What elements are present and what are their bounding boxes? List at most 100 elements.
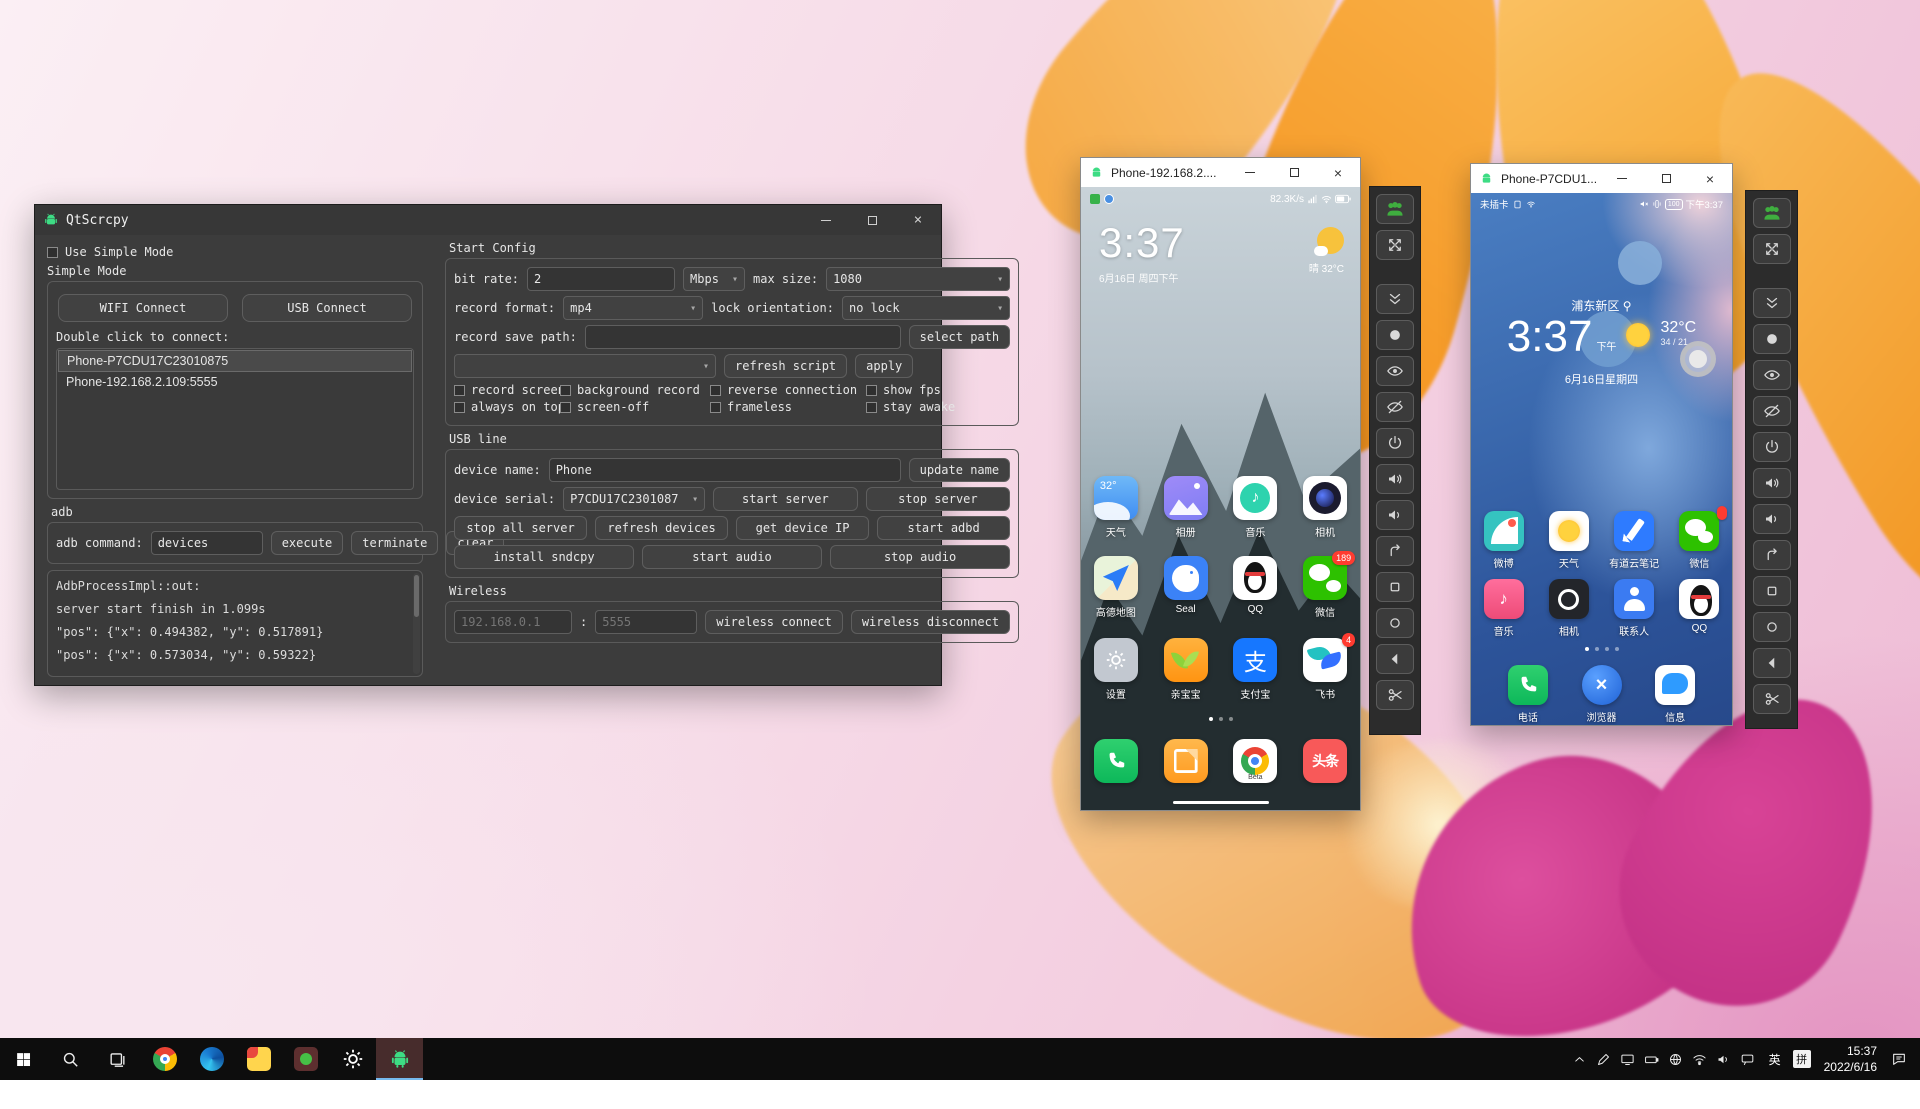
close-button[interactable]: × [895, 205, 941, 235]
maximize-button[interactable] [849, 205, 895, 235]
volume-tray-icon[interactable] [1712, 1038, 1736, 1080]
script-select[interactable]: ▾ [454, 354, 716, 378]
use-simple-mode-checkbox[interactable]: Use Simple Mode [47, 245, 423, 259]
power-button[interactable] [1753, 432, 1791, 462]
weather-widget[interactable]: 晴 32°C [1309, 227, 1344, 275]
app-weather-sun[interactable]: 天气 [1536, 511, 1601, 570]
volume-down-button[interactable] [1753, 504, 1791, 534]
wifi-connect-button[interactable]: WIFI Connect [58, 294, 228, 322]
volume-down-button[interactable] [1376, 500, 1414, 530]
action-center-button[interactable] [1887, 1038, 1911, 1080]
minimize-button[interactable] [1228, 158, 1272, 187]
app-phone-green[interactable] [1081, 739, 1151, 783]
apply-button[interactable]: apply [855, 354, 913, 378]
maximize-button[interactable] [1644, 164, 1688, 193]
ime-icon[interactable]: 拼 [1790, 1038, 1814, 1080]
volume-up-button[interactable] [1376, 464, 1414, 494]
search-taskbar-icon[interactable] [47, 1038, 94, 1080]
stop-all-server-button[interactable]: stop all server [454, 516, 587, 540]
wireless-ip-input[interactable] [454, 610, 572, 634]
assistive-ball[interactable] [1680, 341, 1716, 377]
app-gallery-orange[interactable] [1151, 739, 1221, 783]
show-screen-button[interactable] [1376, 356, 1414, 386]
phone2-titlebar[interactable]: Phone-P7CDU1... × [1471, 164, 1732, 193]
app-qinbaobao[interactable]: 亲宝宝 [1151, 638, 1221, 701]
terminate-button[interactable]: terminate [351, 531, 438, 555]
home-button[interactable] [1753, 612, 1791, 642]
minimize-button[interactable] [803, 205, 849, 235]
pen-tray-icon[interactable] [1592, 1038, 1616, 1080]
collapse-button[interactable] [1753, 288, 1791, 318]
record-save-path-input[interactable] [585, 325, 901, 349]
edge-taskbar-icon[interactable] [188, 1038, 235, 1080]
screenshot-button[interactable] [1376, 320, 1414, 350]
execute-button[interactable]: execute [271, 531, 344, 555]
language-indicator[interactable]: 英 [1762, 1038, 1788, 1080]
back-button[interactable] [1376, 644, 1414, 674]
app-music-mi[interactable]: ♪音乐 [1221, 476, 1291, 539]
rotate-button[interactable] [1376, 536, 1414, 566]
wireless-port-input[interactable] [595, 610, 697, 634]
checkbox-always-on-top[interactable]: always on top [454, 400, 556, 414]
install-sndcpy-button[interactable]: install sndcpy [454, 545, 634, 569]
chat-tray-icon[interactable] [1736, 1038, 1760, 1080]
checkbox-reverse-connection[interactable]: reverse connection [710, 383, 862, 397]
app-weather-mi[interactable]: 32°天气 [1081, 476, 1151, 539]
phone1-titlebar[interactable]: Phone-192.168.2.... × [1081, 158, 1360, 187]
close-screen-button[interactable] [1753, 396, 1791, 426]
power-button[interactable] [1376, 428, 1414, 458]
adb-command-input[interactable] [151, 531, 263, 555]
app-logo-button[interactable] [1753, 198, 1791, 228]
screenshot-button[interactable] [1753, 324, 1791, 354]
start-audio-button[interactable]: start audio [642, 545, 822, 569]
device-list-item[interactable]: Phone-192.168.2.109:5555 [58, 372, 412, 392]
scrcpy-tool-taskbar-icon[interactable] [282, 1038, 329, 1080]
app-music-pink[interactable]: ♪音乐 [1471, 579, 1536, 638]
app-qq[interactable]: QQ [1667, 579, 1732, 638]
back-button[interactable] [1753, 648, 1791, 678]
checkbox-background-record[interactable]: background record [560, 383, 706, 397]
checkbox-record-screen[interactable]: record screen [454, 383, 556, 397]
app-wechat[interactable]: 189微信 [1290, 556, 1360, 619]
log-scrollbar[interactable] [413, 573, 420, 674]
stop-audio-button[interactable]: stop audio [830, 545, 1010, 569]
app-amap[interactable]: 高德地图 [1081, 556, 1151, 619]
globe-tray-icon[interactable] [1664, 1038, 1688, 1080]
close-screen-button[interactable] [1376, 392, 1414, 422]
checkbox-screen-off[interactable]: screen-off [560, 400, 706, 414]
refresh-script-button[interactable]: refresh script [724, 354, 847, 378]
close-button[interactable]: × [1688, 164, 1732, 193]
app-toutiao[interactable]: 头条 [1290, 739, 1360, 783]
app-youdao[interactable]: 有道云笔记 [1602, 511, 1667, 570]
start-server-button[interactable]: start server [713, 487, 857, 511]
settings-taskbar-icon[interactable] [329, 1038, 376, 1080]
app-gallery-mi[interactable]: 相册 [1151, 476, 1221, 539]
checkbox-frameless[interactable]: frameless [710, 400, 862, 414]
chevron-up-tray-icon[interactable] [1568, 1038, 1592, 1080]
refresh-devices-button[interactable]: refresh devices [595, 516, 728, 540]
collapse-button[interactable] [1376, 284, 1414, 314]
start-button[interactable] [0, 1038, 47, 1080]
bit-rate-unit-select[interactable]: Mbps▾ [683, 267, 745, 291]
app-alipay[interactable]: 支支付宝 [1221, 638, 1291, 701]
app-camera-mi[interactable]: 相机 [1290, 476, 1360, 539]
qtscrcpy-taskbar-icon[interactable] [376, 1038, 423, 1080]
checkbox-stay-awake[interactable]: stay awake [866, 400, 1010, 414]
app-settings-mi[interactable]: 设置 [1081, 638, 1151, 701]
start-adbd-button[interactable]: start adbd [877, 516, 1010, 540]
fullscreen-button[interactable] [1376, 230, 1414, 260]
volume-up-button[interactable] [1753, 468, 1791, 498]
chrome-taskbar-icon[interactable] [141, 1038, 188, 1080]
fullscreen-button[interactable] [1753, 234, 1791, 264]
device-name-input[interactable] [549, 458, 901, 482]
checkbox-show-fps[interactable]: show fps [866, 383, 1010, 397]
stop-server-button[interactable]: stop server [866, 487, 1010, 511]
app-chrome-beta[interactable]: Beta [1221, 739, 1291, 783]
bit-rate-input[interactable] [527, 267, 675, 291]
taskbar-clock[interactable]: 15:37 2022/6/16 [1816, 1043, 1885, 1075]
display-tray-icon[interactable] [1616, 1038, 1640, 1080]
qtscrcpy-titlebar[interactable]: QtScrcpy × [35, 205, 941, 235]
update-name-button[interactable]: update name [909, 458, 1010, 482]
close-button[interactable]: × [1316, 158, 1360, 187]
wireless-disconnect-button[interactable]: wireless disconnect [851, 610, 1010, 634]
